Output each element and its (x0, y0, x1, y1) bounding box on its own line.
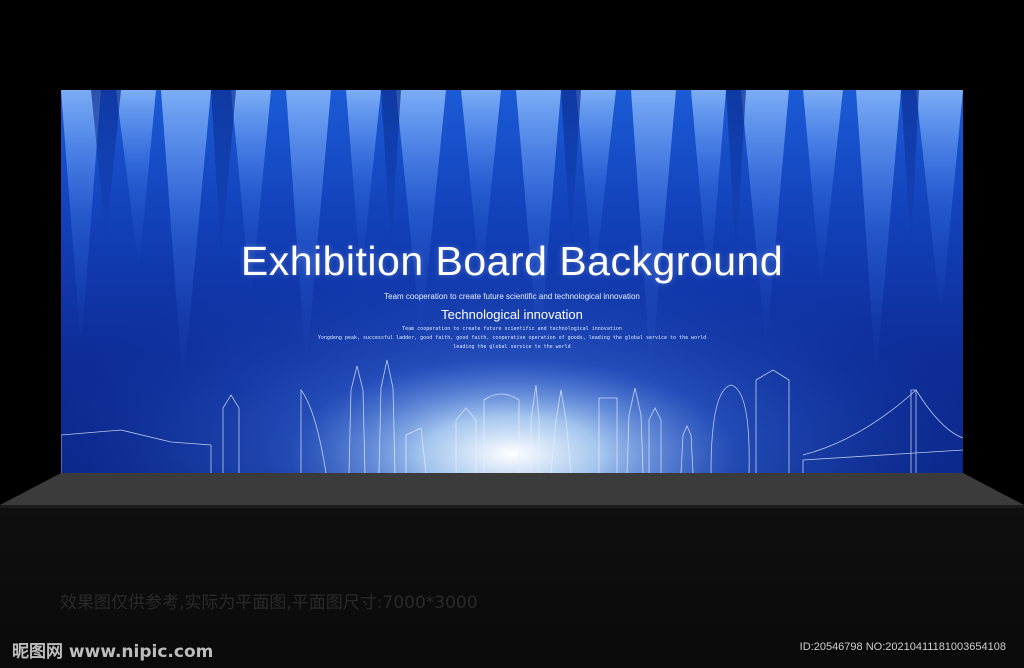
caption-text: 效果图仅供参考,实际为平面图,平面图尺寸:7000*3000 (60, 593, 478, 613)
board-subtitle: Technological innovation (441, 307, 583, 322)
board-tiny-text-1: Team cooperation to create future scient… (402, 326, 622, 332)
exhibition-scene: Exhibition Board Background Team coopera… (0, 0, 1024, 668)
board-tiny-text-3: leading the global service to the world (453, 344, 571, 350)
board-subtitle-small: Team cooperation to create future scient… (384, 292, 640, 301)
stage-platform (0, 473, 1024, 508)
exhibition-board: Exhibition Board Background Team coopera… (61, 90, 963, 473)
board-title: Exhibition Board Background (240, 238, 784, 284)
watermark-logo: 昵图网 www.nipic.com (12, 642, 214, 662)
watermark-id: ID:20546798 NO:20210411181003654108 (799, 641, 1006, 653)
board-tiny-text-2: Yongdeng peak, successful ladder, good f… (317, 335, 707, 341)
